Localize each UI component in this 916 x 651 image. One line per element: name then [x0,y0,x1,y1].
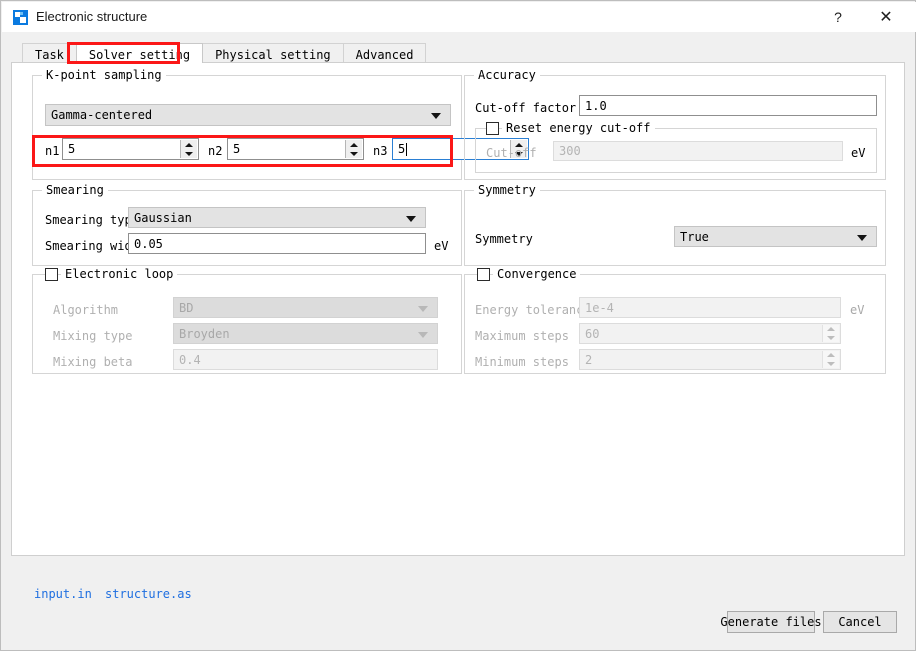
dialog-window: Electronic structure ? ✕ Task Solver set… [0,0,916,651]
minimum-steps-value: 2 [585,353,592,367]
n2-stepper-up[interactable] [346,140,362,149]
minimum-steps-stepper-up [823,351,839,360]
group-electronic-loop: Electronic loop Algorithm BD Mixing type… [32,274,462,374]
symmetry-label: Symmetry [475,232,533,246]
energy-tolerance-label: Energy tolerance [475,303,591,317]
minimum-steps-label: Minimum steps [475,355,569,369]
link-input-in[interactable]: input.in [34,587,92,601]
tab-content-panel: K-point sampling Gamma-centered n1 5 n2 … [11,62,905,556]
smearing-width-value: 0.05 [134,237,163,251]
window-title: Electronic structure [36,9,147,24]
generate-files-button[interactable]: Generate files [727,611,815,633]
group-smearing: Smearing Smearing type Gaussian Smearing… [32,190,462,266]
maximum-steps-label: Maximum steps [475,329,569,343]
n1-value: 5 [68,142,75,156]
cutoff-label: Cut-off [486,146,537,160]
smearing-type-select[interactable]: Gaussian [128,207,426,228]
chevron-down-icon [406,216,416,222]
convergence-checkbox[interactable] [477,268,490,281]
group-smearing-title: Smearing [42,183,108,197]
n1-input[interactable]: 5 [62,138,199,160]
minimum-steps-stepper-down [823,360,839,369]
minimum-steps-stepper [822,351,839,368]
cancel-button[interactable]: Cancel [823,611,897,633]
cutoff-factor-value: 1.0 [585,99,607,113]
n2-stepper-down[interactable] [346,149,362,158]
smearing-type-value: Gaussian [134,211,192,225]
mixing-beta-value: 0.4 [179,353,201,367]
n2-value: 5 [233,142,240,156]
cutoff-value: 300 [559,144,581,158]
n2-stepper[interactable] [345,140,362,158]
group-symmetry: Symmetry Symmetry True [464,190,886,266]
tab-task[interactable]: Task [22,43,77,63]
group-kpoint-title: K-point sampling [42,68,166,82]
group-electronic-loop-title: Electronic loop [61,267,177,281]
algorithm-value: BD [179,301,193,315]
chevron-down-icon [418,332,428,338]
cutoff-input: 300 [553,141,843,161]
minimum-steps-input: 2 [579,349,841,370]
n3-label: n3 [373,144,387,158]
group-accuracy: Accuracy Cut-off factor 1.0 Reset energy… [464,75,886,180]
energy-tolerance-input: 1e-4 [579,297,841,318]
maximum-steps-input: 60 [579,323,841,344]
energy-tolerance-unit: eV [850,303,864,317]
smearing-width-unit: eV [434,239,448,253]
n1-stepper[interactable] [180,140,197,158]
group-symmetry-title: Symmetry [474,183,540,197]
n3-value: 5 [398,142,405,156]
cutoff-factor-input[interactable]: 1.0 [579,95,877,116]
mixing-type-select: Broyden [173,323,438,344]
reset-energy-cutoff-checkbox[interactable] [486,122,499,135]
group-kpoint-sampling: K-point sampling Gamma-centered n1 5 n2 … [32,75,462,180]
algorithm-select: BD [173,297,438,318]
n1-stepper-down[interactable] [181,149,197,158]
group-reset-energy-cutoff-title: Reset energy cut-off [502,121,655,135]
group-accuracy-title: Accuracy [474,68,540,82]
energy-tolerance-value: 1e-4 [585,301,614,315]
smearing-type-label: Smearing type [45,213,139,227]
app-icon [13,10,28,25]
link-structure-as[interactable]: structure.as [105,587,192,601]
smearing-width-input[interactable]: 0.05 [128,233,426,254]
title-bar: Electronic structure ? ✕ [2,2,916,32]
n2-input[interactable]: 5 [227,138,364,160]
tab-advanced[interactable]: Advanced [343,43,427,63]
group-convergence-title: Convergence [493,267,580,281]
group-convergence: Convergence Energy tolerance 1e-4 eV Max… [464,274,886,374]
n1-label: n1 [45,144,59,158]
symmetry-select[interactable]: True [674,226,877,247]
chevron-down-icon [431,113,441,119]
symmetry-value: True [680,230,709,244]
algorithm-label: Algorithm [53,303,118,317]
n2-label: n2 [208,144,222,158]
mixing-type-label: Mixing type [53,329,132,343]
mixing-beta-label: Mixing beta [53,355,132,369]
help-button[interactable]: ? [816,3,860,31]
mixing-type-value: Broyden [179,327,230,341]
close-icon[interactable]: ✕ [864,3,908,31]
maximum-steps-stepper-up [823,325,839,334]
tab-physical-setting[interactable]: Physical setting [202,43,344,63]
chevron-down-icon [857,235,867,241]
electronic-loop-checkbox[interactable] [45,268,58,281]
kpoint-mode-select[interactable]: Gamma-centered [45,104,451,126]
maximum-steps-value: 60 [585,327,599,341]
kpoint-mode-value: Gamma-centered [51,108,152,122]
maximum-steps-stepper [822,325,839,342]
n1-stepper-up[interactable] [181,140,197,149]
mixing-beta-input: 0.4 [173,349,438,370]
group-reset-energy-cutoff: Reset energy cut-off Cut-off 300 eV [475,128,877,173]
cutoff-factor-label: Cut-off factor [475,101,576,115]
tab-solver-setting[interactable]: Solver setting [76,43,203,63]
tab-bar: Task Solver setting Physical setting Adv… [22,43,426,63]
maximum-steps-stepper-down [823,334,839,343]
cutoff-unit: eV [851,146,865,160]
chevron-down-icon [418,306,428,312]
